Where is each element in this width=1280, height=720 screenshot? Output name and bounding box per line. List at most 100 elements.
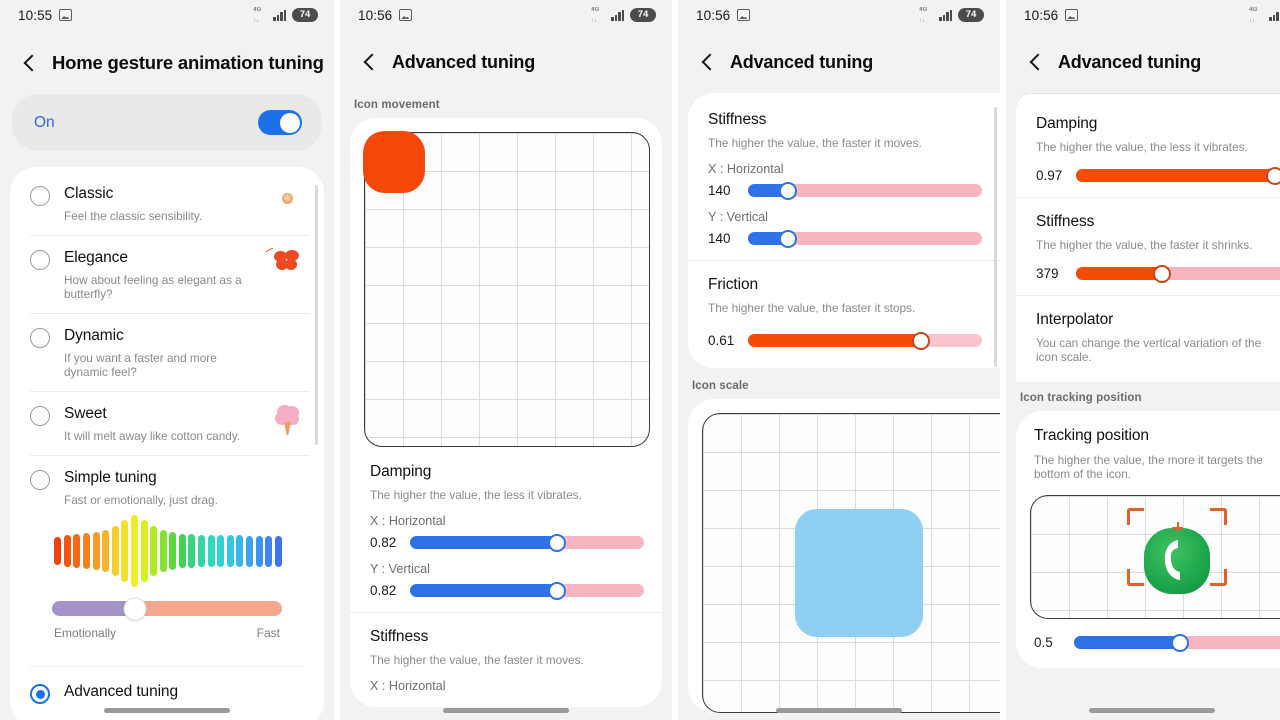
- friction-group: Friction The higher the value, the faste…: [688, 260, 1000, 368]
- spectrum-bar: [130, 515, 138, 587]
- spectrum-bar: [54, 536, 62, 566]
- record-emoji: [274, 185, 304, 215]
- back-chevron-icon[interactable]: [698, 53, 718, 73]
- list-item[interactable]: Dynamic If you want a faster and more dy…: [10, 313, 324, 391]
- signal-bars-icon: [1269, 9, 1280, 21]
- slider-thumb[interactable]: [778, 229, 797, 248]
- app-header-2: Advanced tuning: [340, 30, 672, 93]
- slider-thumb[interactable]: [548, 533, 567, 552]
- option-desc: Feel the classic sensibility.: [64, 209, 203, 223]
- slider-value: 0.5: [1034, 635, 1053, 650]
- emotion-slider-thumb[interactable]: [124, 598, 146, 619]
- slider-thumb[interactable]: [1152, 264, 1171, 283]
- spectrum-bar: [102, 530, 110, 572]
- nav-pill[interactable]: [104, 708, 230, 713]
- option-desc: If you want a faster and more dynamic fe…: [64, 351, 217, 379]
- back-chevron-icon[interactable]: [1026, 53, 1046, 73]
- stiffness-group: Stiffness The higher the value, the fast…: [1016, 197, 1280, 295]
- slider-row[interactable]: 0.82: [370, 581, 644, 600]
- slider-row[interactable]: 0.82: [370, 533, 644, 552]
- screenshot-root: 10:55 74 Home gesture animation tuning O…: [0, 0, 1280, 720]
- preview-square[interactable]: [795, 509, 923, 637]
- section-label-icon-movement: Icon movement: [354, 99, 440, 111]
- slider-track[interactable]: [748, 181, 982, 200]
- panel-advanced-tuning-tracking: 10:56 Advanced tuning Damping The higher…: [1006, 0, 1280, 720]
- tracking-preview[interactable]: [1030, 495, 1280, 619]
- scrollbar[interactable]: [994, 107, 997, 367]
- icon-movement-preview[interactable]: [363, 131, 650, 447]
- radio-classic[interactable]: [30, 186, 50, 206]
- signal-bars-icon: [273, 9, 286, 21]
- icon-scale-card: [688, 399, 1000, 713]
- slider-track[interactable]: [748, 229, 982, 248]
- master-toggle-row[interactable]: On: [12, 94, 322, 151]
- image-icon: [1065, 9, 1079, 21]
- slider-thumb[interactable]: [912, 331, 931, 350]
- list-item[interactable]: Classic Feel the classic sensibility.: [10, 171, 324, 235]
- back-chevron-icon[interactable]: [20, 53, 40, 73]
- slider-row[interactable]: 140: [708, 181, 982, 200]
- interpolator-group[interactable]: Interpolator You can change the vertical…: [1016, 295, 1280, 382]
- panel-home-gesture-animation-tuning: 10:55 74 Home gesture animation tuning O…: [0, 0, 334, 720]
- master-toggle-switch[interactable]: [258, 110, 302, 135]
- radio-elegance[interactable]: [30, 250, 50, 270]
- emotion-slider-track[interactable]: [52, 598, 282, 619]
- nav-pill[interactable]: [443, 708, 569, 713]
- slider-row[interactable]: 0.97: [1036, 166, 1280, 185]
- axis-label-x: X : Horizontal: [708, 162, 784, 176]
- slider-track[interactable]: [410, 533, 644, 552]
- slider-row[interactable]: 0.61: [708, 331, 982, 350]
- radio-dynamic[interactable]: [30, 328, 50, 348]
- option-title: Advanced tuning: [64, 683, 178, 700]
- preview-square[interactable]: [363, 131, 425, 193]
- battery-badge: 74: [630, 8, 656, 22]
- radio-advanced-tuning[interactable]: [30, 684, 50, 704]
- card-top-edge: [1016, 93, 1280, 107]
- slider-thumb[interactable]: [1170, 633, 1189, 652]
- radio-simple-tuning[interactable]: [30, 470, 50, 490]
- group-desc: The higher the value, the faster it move…: [708, 136, 922, 150]
- slider-row[interactable]: 0.5: [1034, 633, 1280, 652]
- slider-thumb[interactable]: [548, 581, 567, 600]
- slider-track[interactable]: [748, 331, 982, 350]
- radio-sweet[interactable]: [30, 406, 50, 426]
- stiffness-group: Stiffness The higher the value, the fast…: [350, 612, 662, 707]
- damping-group: Damping The higher the value, the less i…: [1016, 107, 1280, 197]
- nav-pill[interactable]: [1089, 708, 1215, 713]
- slider-value: 379: [1036, 266, 1059, 281]
- slider-value: 140: [708, 183, 731, 198]
- emotion-speed-slider[interactable]: Emotionally Fast: [30, 591, 304, 654]
- status-bar-1: 10:55 74: [0, 0, 334, 30]
- damping-group: Damping The higher the value, the less i…: [350, 447, 662, 612]
- group-desc: The higher the value, the less it vibrat…: [1036, 140, 1248, 154]
- slider-track[interactable]: [1074, 633, 1280, 652]
- spectrum-bar: [121, 520, 129, 582]
- slider-track[interactable]: [410, 581, 644, 600]
- image-icon: [737, 9, 751, 21]
- option-desc: How about feeling as elegant as a butter…: [64, 273, 242, 301]
- list-item[interactable]: Sweet It will melt away like cotton cand…: [10, 391, 324, 455]
- slider-track[interactable]: [1076, 264, 1280, 283]
- slider-row[interactable]: 379: [1036, 264, 1280, 283]
- group-title: Interpolator: [1036, 311, 1114, 328]
- slider-value: 0.61: [708, 333, 735, 348]
- axis-label-y: Y : Vertical: [370, 562, 430, 576]
- spectrum-bar: [82, 533, 90, 569]
- back-chevron-icon[interactable]: [360, 53, 380, 73]
- slider-thumb[interactable]: [778, 181, 797, 200]
- nav-pill[interactable]: [776, 708, 902, 713]
- slider-track[interactable]: [1076, 166, 1280, 185]
- spectrum-bar: [188, 534, 196, 568]
- animation-style-list: Classic Feel the classic sensibility. El…: [10, 167, 324, 716]
- group-title: Stiffness: [708, 111, 767, 128]
- status-bar-2: 10:56 74: [340, 0, 672, 30]
- list-item[interactable]: Simple tuning Fast or emotionally, just …: [10, 455, 324, 666]
- slider-thumb[interactable]: [1265, 166, 1280, 185]
- scrollbar[interactable]: [315, 185, 318, 445]
- group-desc: The higher the value, the faster it stop…: [708, 301, 916, 315]
- spectrum-bar: [274, 535, 282, 567]
- status-time: 10:56: [1024, 7, 1059, 23]
- slider-row[interactable]: 140: [708, 229, 982, 248]
- icon-scale-preview[interactable]: [702, 413, 1000, 713]
- list-item[interactable]: Elegance How about feeling as elegant as…: [10, 235, 324, 313]
